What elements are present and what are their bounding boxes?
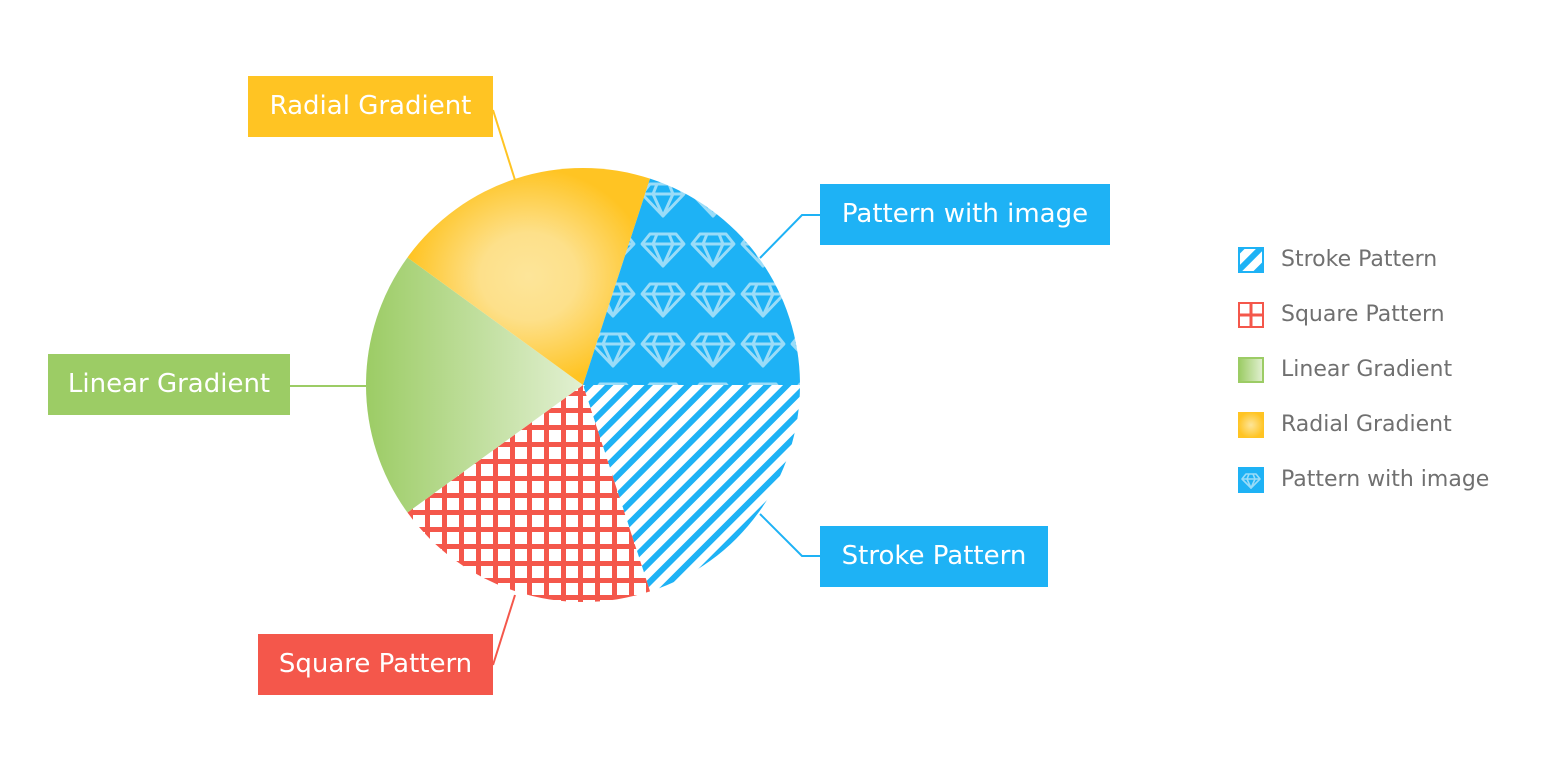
connector-line-radial-gradient <box>492 109 516 181</box>
legend-label: Radial Gradient <box>1281 412 1452 437</box>
diamond-swatch-icon <box>1238 466 1264 493</box>
legend-label: Stroke Pattern <box>1281 247 1438 272</box>
legend-item-radial-gradient[interactable]: Radial Gradient <box>1238 397 1489 452</box>
data-label-linear-gradient: Linear Gradient <box>48 354 290 415</box>
legend-label: Pattern with image <box>1281 467 1490 492</box>
legend-item-stroke-pattern[interactable]: Stroke Pattern <box>1238 232 1489 287</box>
connector-line-square-pattern <box>492 594 516 666</box>
data-label-pattern-with-image: Pattern with image <box>820 184 1110 245</box>
legend-item-linear-gradient[interactable]: Linear Gradient <box>1238 342 1489 397</box>
data-label-square-pattern: Square Pattern <box>258 634 493 695</box>
data-label-radial-gradient: Radial Gradient <box>248 76 493 137</box>
stroke-pattern-swatch-icon <box>1238 246 1264 273</box>
square-pattern-swatch-icon <box>1238 301 1264 328</box>
radial-gradient-swatch-icon <box>1238 411 1264 438</box>
data-label-stroke-pattern: Stroke Pattern <box>820 526 1048 587</box>
connector-line-stroke-pattern <box>759 513 820 557</box>
legend-label: Square Pattern <box>1281 302 1445 327</box>
linear-gradient-swatch-icon <box>1238 356 1264 383</box>
legend-item-pattern-with-image[interactable]: Pattern with image <box>1238 452 1489 507</box>
legend-item-square-pattern[interactable]: Square Pattern <box>1238 287 1489 342</box>
connector-line-pattern-with-image <box>759 214 820 259</box>
legend-label: Linear Gradient <box>1281 357 1453 382</box>
legend: Stroke Pattern Square Pattern Linear Gra… <box>1238 232 1489 507</box>
